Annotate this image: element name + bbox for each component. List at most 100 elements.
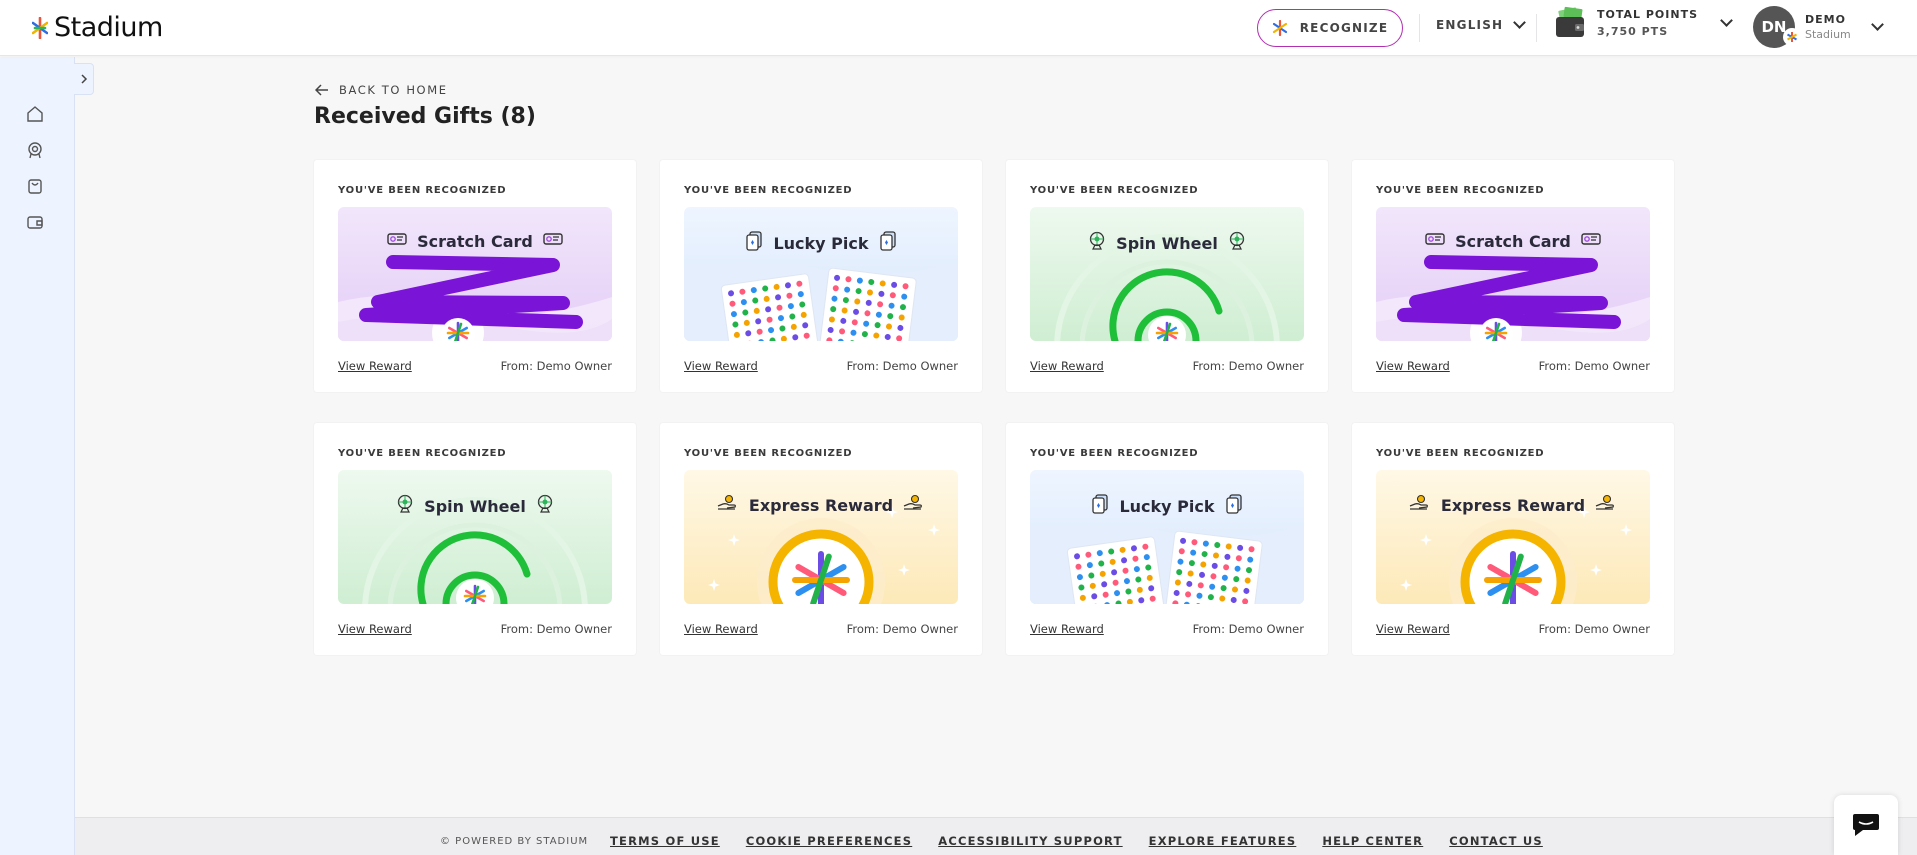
card-type-label: Express Reward [748, 495, 894, 515]
card-sender: From: Demo Owner [500, 622, 612, 636]
points-label: TOTAL POINTS [1597, 8, 1698, 21]
sidebar [0, 57, 75, 855]
scratch-card-artwork[interactable]: Scratch Card [338, 207, 612, 341]
card-type-label: Scratch Card [1455, 231, 1571, 251]
footer-link-help[interactable]: HELP CENTER [1322, 834, 1423, 848]
gift-card: YOU'VE BEEN RECOGNIZED Lucky Pick View R… [1006, 423, 1328, 655]
card-eyebrow: YOU'VE BEEN RECOGNIZED [1030, 185, 1199, 196]
footer-link-cookies[interactable]: COOKIE PREFERENCES [746, 834, 912, 848]
express-reward-icon [903, 494, 925, 516]
card-sender: From: Demo Owner [1538, 622, 1650, 636]
gift-card: YOU'VE BEEN RECOGNIZED Lucky Pick View R… [660, 160, 982, 392]
lucky-pick-icon [879, 231, 897, 255]
user-text: DEMO Stadium [1805, 13, 1851, 41]
view-reward-link[interactable]: View Reward [338, 622, 412, 636]
scratch-card-icon [543, 231, 563, 251]
wallet-icon[interactable] [24, 211, 46, 233]
spin-wheel-icon [1088, 231, 1106, 255]
scratch-card-icon [1581, 231, 1601, 251]
chevron-down-icon [1720, 14, 1733, 27]
card-eyebrow: YOU'VE BEEN RECOGNIZED [684, 448, 853, 459]
scratch-card-icon [387, 231, 407, 251]
gift-card: YOU'VE BEEN RECOGNIZED Scratch Card View… [1352, 160, 1674, 392]
spin-wheel-icon [536, 494, 554, 518]
card-type-title: Spin Wheel [338, 494, 612, 518]
stadium-logo[interactable]: Stadium [32, 12, 163, 43]
card-type-title: Scratch Card [338, 231, 612, 251]
shopping-bag-icon[interactable] [24, 175, 46, 197]
card-type-label: Spin Wheel [424, 496, 526, 516]
recognize-label: RECOGNIZE [1299, 21, 1389, 35]
card-sender: From: Demo Owner [846, 622, 958, 636]
footer-links: TERMS OF USE COOKIE PREFERENCES ACCESSIB… [610, 834, 1543, 848]
view-reward-link[interactable]: View Reward [1376, 622, 1450, 636]
card-type-label: Lucky Pick [773, 233, 869, 253]
gift-card: YOU'VE BEEN RECOGNIZED Spin Wheel View R… [314, 423, 636, 655]
express-reward-icon [717, 494, 739, 516]
card-sender: From: Demo Owner [1192, 622, 1304, 636]
view-reward-link[interactable]: View Reward [684, 359, 758, 373]
stadium-burst-icon [32, 16, 48, 39]
total-points-menu[interactable]: TOTAL POINTS 3,750 PTS [1553, 6, 1733, 40]
language-selector[interactable]: ENGLISH [1436, 16, 1527, 32]
card-eyebrow: YOU'VE BEEN RECOGNIZED [1376, 448, 1545, 459]
card-sender: From: Demo Owner [846, 359, 958, 373]
express-reward-artwork[interactable]: Express Reward [1376, 470, 1650, 604]
stadium-badge-icon [1783, 28, 1801, 46]
card-eyebrow: YOU'VE BEEN RECOGNIZED [684, 185, 853, 196]
card-type-title: Lucky Pick [684, 231, 958, 255]
avatar: DN [1753, 6, 1801, 48]
view-reward-link[interactable]: View Reward [1030, 359, 1104, 373]
points-value: 3,750 PTS [1597, 25, 1669, 38]
lucky-pick-artwork[interactable]: Lucky Pick [1030, 470, 1304, 604]
gift-card: YOU'VE BEEN RECOGNIZED Spin Wheel View R… [1006, 160, 1328, 392]
view-reward-link[interactable]: View Reward [1030, 622, 1104, 636]
home-icon[interactable] [24, 103, 46, 125]
footer-link-explore[interactable]: EXPLORE FEATURES [1149, 834, 1297, 848]
recognize-button[interactable]: RECOGNIZE [1257, 9, 1403, 47]
brand-name: Stadium [54, 12, 163, 43]
view-reward-link[interactable]: View Reward [684, 622, 758, 636]
lucky-pick-icon [1225, 494, 1243, 518]
sidebar-toggle-button[interactable] [74, 63, 94, 95]
card-eyebrow: YOU'VE BEEN RECOGNIZED [1030, 448, 1199, 459]
arrow-left-icon [315, 84, 328, 96]
gift-card: YOU'VE BEEN RECOGNIZED Express Reward Vi… [1352, 423, 1674, 655]
card-type-label: Scratch Card [417, 231, 533, 251]
card-type-title: Express Reward [684, 494, 958, 516]
footer-link-contact[interactable]: CONTACT US [1449, 834, 1543, 848]
footer: © POWERED BY STADIUM TERMS OF USE COOKIE… [75, 817, 1917, 855]
chat-button[interactable] [1834, 795, 1898, 855]
back-to-home-link[interactable]: BACK TO HOME [315, 83, 448, 97]
spin-wheel-artwork[interactable]: Spin Wheel [1030, 207, 1304, 341]
user-menu[interactable]: DN DEMO Stadium [1753, 6, 1884, 48]
spin-wheel-artwork[interactable]: Spin Wheel [338, 470, 612, 604]
lucky-pick-artwork[interactable]: Lucky Pick [684, 207, 958, 341]
chevron-down-icon [1513, 16, 1527, 29]
card-type-title: Lucky Pick [1030, 494, 1304, 518]
chevron-down-icon [1870, 18, 1884, 31]
card-sender: From: Demo Owner [1192, 359, 1304, 373]
card-eyebrow: YOU'VE BEEN RECOGNIZED [1376, 185, 1545, 196]
medal-icon[interactable] [24, 139, 46, 161]
chat-icon [1853, 814, 1879, 836]
header-divider [1419, 14, 1420, 42]
card-type-title: Spin Wheel [1030, 231, 1304, 255]
view-reward-link[interactable]: View Reward [1376, 359, 1450, 373]
scratch-card-artwork[interactable]: Scratch Card [1376, 207, 1650, 341]
page-title: Received Gifts (8) [314, 104, 536, 129]
card-sender: From: Demo Owner [500, 359, 612, 373]
card-eyebrow: YOU'VE BEEN RECOGNIZED [338, 448, 507, 459]
footer-link-terms[interactable]: TERMS OF USE [610, 834, 720, 848]
footer-link-accessibility[interactable]: ACCESSIBILITY SUPPORT [938, 834, 1122, 848]
back-label: BACK TO HOME [339, 83, 448, 97]
card-type-title: Scratch Card [1376, 231, 1650, 251]
card-type-label: Express Reward [1440, 495, 1586, 515]
chevron-right-icon [80, 74, 87, 84]
wallet-money-icon [1556, 6, 1584, 37]
express-reward-artwork[interactable]: Express Reward [684, 470, 958, 604]
card-type-label: Lucky Pick [1119, 496, 1215, 516]
view-reward-link[interactable]: View Reward [338, 359, 412, 373]
user-org: Stadium [1805, 28, 1851, 41]
header-divider [1536, 14, 1537, 42]
